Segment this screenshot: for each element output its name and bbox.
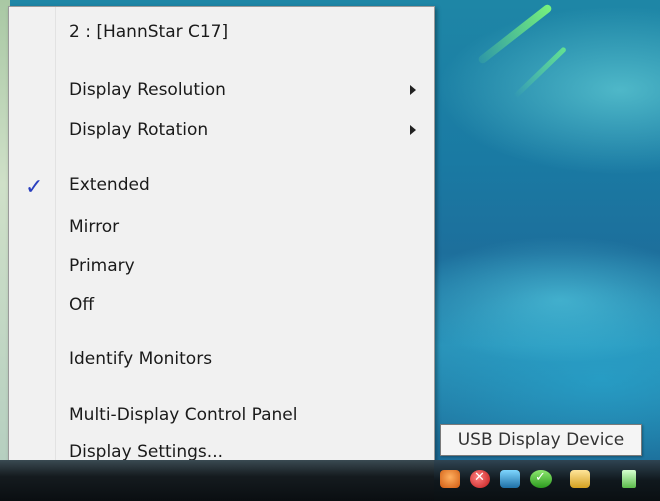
menu-item-primary[interactable]: Primary — [69, 252, 424, 280]
menu-item-label: Display Resolution — [69, 80, 226, 100]
wallpaper-streak — [513, 46, 567, 99]
volume-icon[interactable] — [570, 470, 590, 488]
wallpaper-streak — [477, 3, 553, 65]
menu-item-display-resolution[interactable]: Display Resolution — [69, 76, 424, 104]
usb-display-icon[interactable] — [530, 470, 552, 488]
context-menu: 2 : [HannStar C17] Display Resolution Di… — [8, 6, 435, 464]
menu-item-mirror[interactable]: Mirror — [69, 213, 424, 241]
menu-item-label: Display Rotation — [69, 120, 209, 140]
tray-tooltip: USB Display Device — [440, 424, 642, 456]
network-warning-icon[interactable] — [440, 470, 460, 488]
menu-header-display-name: 2 : [HannStar C17] — [69, 22, 229, 42]
checkmark-icon: ✓ — [25, 175, 44, 200]
menu-gutter — [9, 7, 56, 463]
submenu-arrow-icon — [410, 85, 416, 95]
menu-item-off[interactable]: Off — [69, 291, 424, 319]
menu-item-display-rotation[interactable]: Display Rotation — [69, 116, 424, 144]
menu-item-identify-monitors[interactable]: Identify Monitors — [69, 345, 424, 373]
submenu-arrow-icon — [410, 125, 416, 135]
security-alert-icon[interactable] — [470, 470, 490, 488]
network-icon[interactable] — [500, 470, 520, 488]
menu-item-multi-display-control-panel[interactable]: Multi-Display Control Panel — [69, 401, 424, 429]
power-icon[interactable] — [622, 470, 636, 488]
menu-item-extended[interactable]: Extended — [69, 171, 424, 199]
